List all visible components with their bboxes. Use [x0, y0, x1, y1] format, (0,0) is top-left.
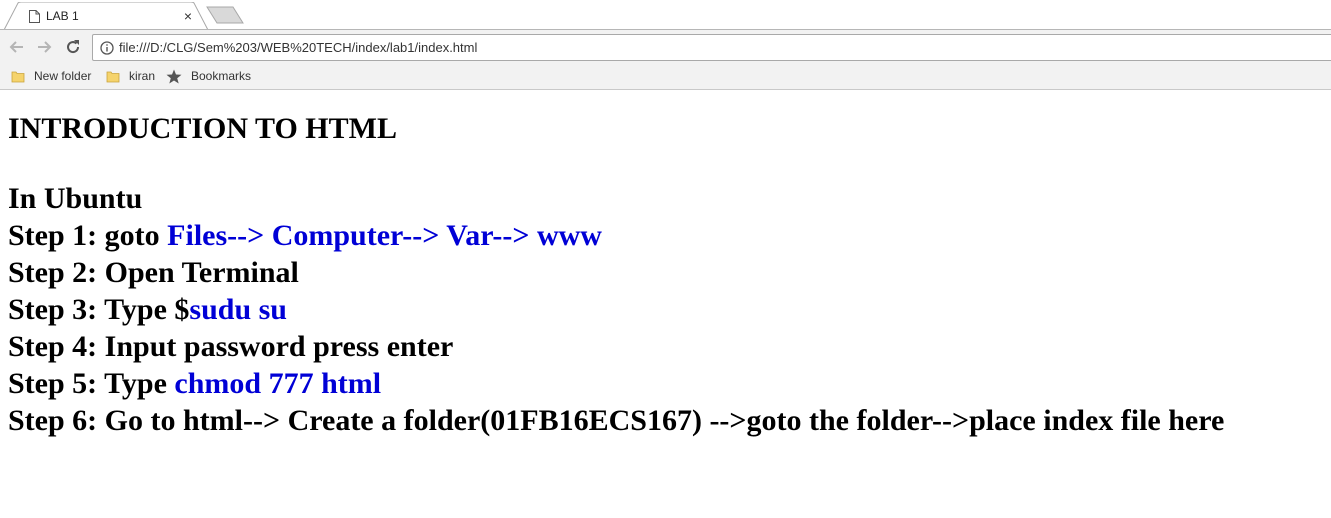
tab-title: LAB 1	[46, 9, 79, 23]
bookmark-label: kiran	[129, 69, 156, 83]
bookmarks-bar: New folder kiran Bookmarks	[0, 63, 1331, 90]
step-text: Step 5: Type	[8, 367, 175, 400]
new-tab-button[interactable]	[206, 6, 244, 24]
step-highlight: Files--> Computer--> Var--> www	[167, 219, 602, 252]
bookmark-label: New folder	[34, 69, 92, 83]
step-highlight: sudu su	[189, 293, 287, 326]
tab-lab1[interactable]: LAB 1 ×	[4, 2, 209, 31]
address-bar[interactable]: file:///D:/CLG/Sem%203/WEB%20TECH/index/…	[92, 34, 1331, 61]
toolbar: file:///D:/CLG/Sem%203/WEB%20TECH/index/…	[0, 29, 1331, 64]
page-heading: INTRODUCTION TO HTML	[8, 112, 397, 145]
step-2: Step 2: Open Terminal	[8, 255, 299, 291]
back-arrow-icon[interactable]	[7, 37, 27, 57]
tab-strip: LAB 1 ×	[0, 0, 1331, 31]
reload-icon[interactable]	[63, 37, 83, 57]
close-icon[interactable]: ×	[181, 9, 195, 23]
step-6: Step 6: Go to html--> Create a folder(01…	[8, 403, 1224, 439]
url-text[interactable]: file:///D:/CLG/Sem%203/WEB%20TECH/index/…	[119, 40, 477, 56]
folder-icon	[11, 69, 25, 88]
step-text: Step 4: Input password press enter	[8, 330, 454, 363]
forward-arrow-icon[interactable]	[34, 37, 54, 57]
info-icon[interactable]	[100, 41, 114, 55]
step-text: Step 6: Go to html--> Create a folder(01…	[8, 404, 1225, 437]
step-4: Step 4: Input password press enter	[8, 329, 453, 365]
step-1: Step 1: goto Files--> Computer--> Var-->…	[8, 218, 602, 254]
page-icon	[29, 10, 40, 23]
step-3: Step 3: Type $sudu su	[8, 292, 287, 328]
section-heading: In Ubuntu	[8, 182, 143, 215]
step-text: Step 1: goto	[8, 219, 168, 252]
step-5: Step 5: Type chmod 777 html	[8, 366, 381, 402]
step-text: Step 3: Type $	[8, 293, 190, 326]
bookmark-label: Bookmarks	[191, 69, 252, 83]
step-text: Step 2: Open Terminal	[8, 256, 299, 289]
star-icon	[166, 69, 182, 89]
step-highlight: chmod 777 html	[174, 367, 382, 400]
folder-icon	[106, 69, 120, 88]
